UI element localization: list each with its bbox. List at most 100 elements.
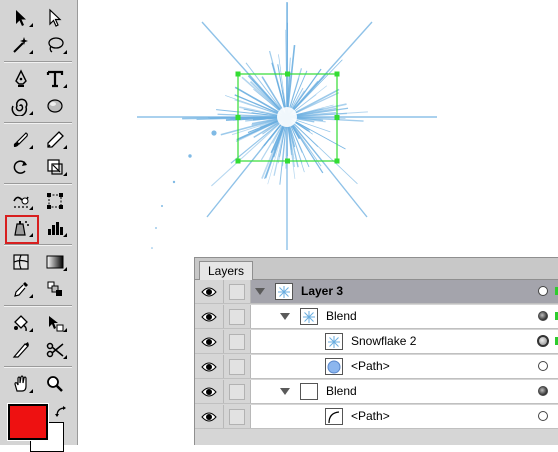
direct-selection-button[interactable] (40, 5, 70, 31)
lock-toggle[interactable] (224, 380, 251, 403)
live-paint-bucket-button[interactable] (6, 310, 36, 336)
magic-wand-button[interactable] (6, 32, 36, 58)
slice-tool-button[interactable] (6, 337, 36, 363)
lock-toggle[interactable] (224, 330, 251, 353)
free-transform-icon (45, 191, 65, 211)
layer-row[interactable]: Snowflake 2 (195, 330, 558, 354)
layer-name: <Path> (351, 409, 390, 423)
selection-handle (236, 159, 241, 164)
layer-thumbnail-snowflake-icon (325, 333, 343, 350)
swap-colors-icon[interactable] (54, 405, 68, 419)
pen-tool-button[interactable] (6, 66, 36, 92)
tool-flyout-indicator (63, 355, 67, 359)
selection-handle (285, 159, 290, 164)
expand-triangle-icon[interactable] (280, 313, 290, 320)
layer-row[interactable]: <Path> (195, 355, 558, 379)
type-tool-button[interactable] (40, 66, 70, 92)
spiral-tool-button[interactable] (6, 93, 36, 119)
layers-panel: Layers Layer 3BlendSnowflake 2<Path>Blen… (194, 257, 558, 445)
tool-flyout-indicator (29, 328, 33, 332)
rotate-tool-button[interactable] (6, 154, 36, 180)
blend-dot (151, 247, 153, 249)
scissors-tool-button[interactable] (40, 337, 70, 363)
layer-row[interactable]: Layer 3 (195, 280, 558, 304)
tools-panel (0, 0, 78, 445)
lock-toggle-box (229, 334, 245, 350)
blend-tool-icon (45, 279, 65, 299)
visibility-eye-icon[interactable] (195, 405, 224, 428)
direct-selection-icon (45, 8, 65, 28)
layer-row[interactable]: Blend (195, 305, 558, 329)
layer-name: Blend (326, 309, 357, 323)
lock-toggle[interactable] (224, 280, 251, 303)
visibility-eye-icon[interactable] (195, 305, 224, 328)
selection-handle (335, 72, 340, 77)
target-circle-icon[interactable] (538, 361, 548, 371)
layers-tab-bar: Layers (195, 258, 558, 280)
layer-name: Layer 3 (301, 284, 343, 298)
zoom-tool-button[interactable] (40, 371, 70, 397)
selection-arrow-icon (11, 8, 31, 28)
tool-flyout-indicator (63, 50, 67, 54)
live-paint-selection-icon (45, 313, 65, 333)
blend-tool-button[interactable] (40, 276, 70, 302)
layer-row[interactable]: Blend (195, 380, 558, 404)
lock-toggle-box (229, 284, 245, 300)
selection-handle (236, 115, 241, 120)
toolbar-separator (4, 61, 72, 62)
live-paint-selection-button[interactable] (40, 310, 70, 336)
target-circle-icon[interactable] (538, 411, 548, 421)
column-graph-button[interactable] (40, 215, 70, 241)
pen-tool-icon (11, 69, 31, 89)
toolbar-separator (4, 122, 72, 123)
tool-flyout-indicator (29, 294, 33, 298)
tool-flyout-indicator (63, 233, 67, 237)
tool-flyout-indicator (63, 328, 67, 332)
visibility-eye-icon[interactable] (195, 280, 224, 303)
layer-row[interactable]: <Path> (195, 405, 558, 429)
lasso-icon (45, 35, 65, 55)
tab-layers[interactable]: Layers (199, 261, 253, 280)
lock-toggle-box (229, 359, 245, 375)
expand-triangle-icon[interactable] (255, 288, 265, 295)
tool-flyout-indicator (63, 267, 67, 271)
snowflake-main-ray (287, 22, 372, 117)
visibility-eye-icon[interactable] (195, 355, 224, 378)
lock-toggle[interactable] (224, 305, 251, 328)
warp-tool-button[interactable] (6, 188, 36, 214)
eyedropper-tool-button[interactable] (6, 276, 36, 302)
hand-tool-icon (11, 374, 31, 394)
gradient-tool-button[interactable] (40, 249, 70, 275)
hand-tool-button[interactable] (6, 371, 36, 397)
free-transform-button[interactable] (40, 188, 70, 214)
tool-flyout-indicator (63, 84, 67, 88)
lock-toggle[interactable] (224, 405, 251, 428)
selection-arrow-button[interactable] (6, 5, 36, 31)
fill-color-swatch[interactable] (8, 404, 48, 440)
paintbrush-tool-button[interactable] (6, 127, 36, 153)
tool-flyout-indicator (29, 145, 33, 149)
ellipse-tool-button[interactable] (40, 93, 70, 119)
visibility-eye-icon[interactable] (195, 330, 224, 353)
layer-thumbnail-snowflake-icon (300, 308, 318, 325)
pencil-tool-button[interactable] (40, 127, 70, 153)
layer-name: Blend (326, 384, 357, 398)
lock-toggle[interactable] (224, 355, 251, 378)
lasso-button[interactable] (40, 32, 70, 58)
rotate-tool-icon (11, 157, 31, 177)
target-circle-icon[interactable] (538, 311, 548, 321)
expand-triangle-icon[interactable] (280, 388, 290, 395)
snowflake-main-ray (207, 117, 287, 217)
layer-thumbnail-blank-icon (300, 383, 318, 400)
target-circle-icon[interactable] (537, 335, 549, 347)
target-circle-icon[interactable] (538, 286, 548, 296)
visibility-eye-icon[interactable] (195, 380, 224, 403)
selection-handle (285, 72, 290, 77)
blend-dot (161, 205, 163, 207)
blend-dot (211, 130, 216, 135)
target-circle-icon[interactable] (538, 386, 548, 396)
scissors-tool-icon (45, 340, 65, 360)
blend-dot (173, 181, 175, 183)
scale-tool-button[interactable] (40, 154, 70, 180)
mesh-tool-button[interactable] (6, 249, 36, 275)
